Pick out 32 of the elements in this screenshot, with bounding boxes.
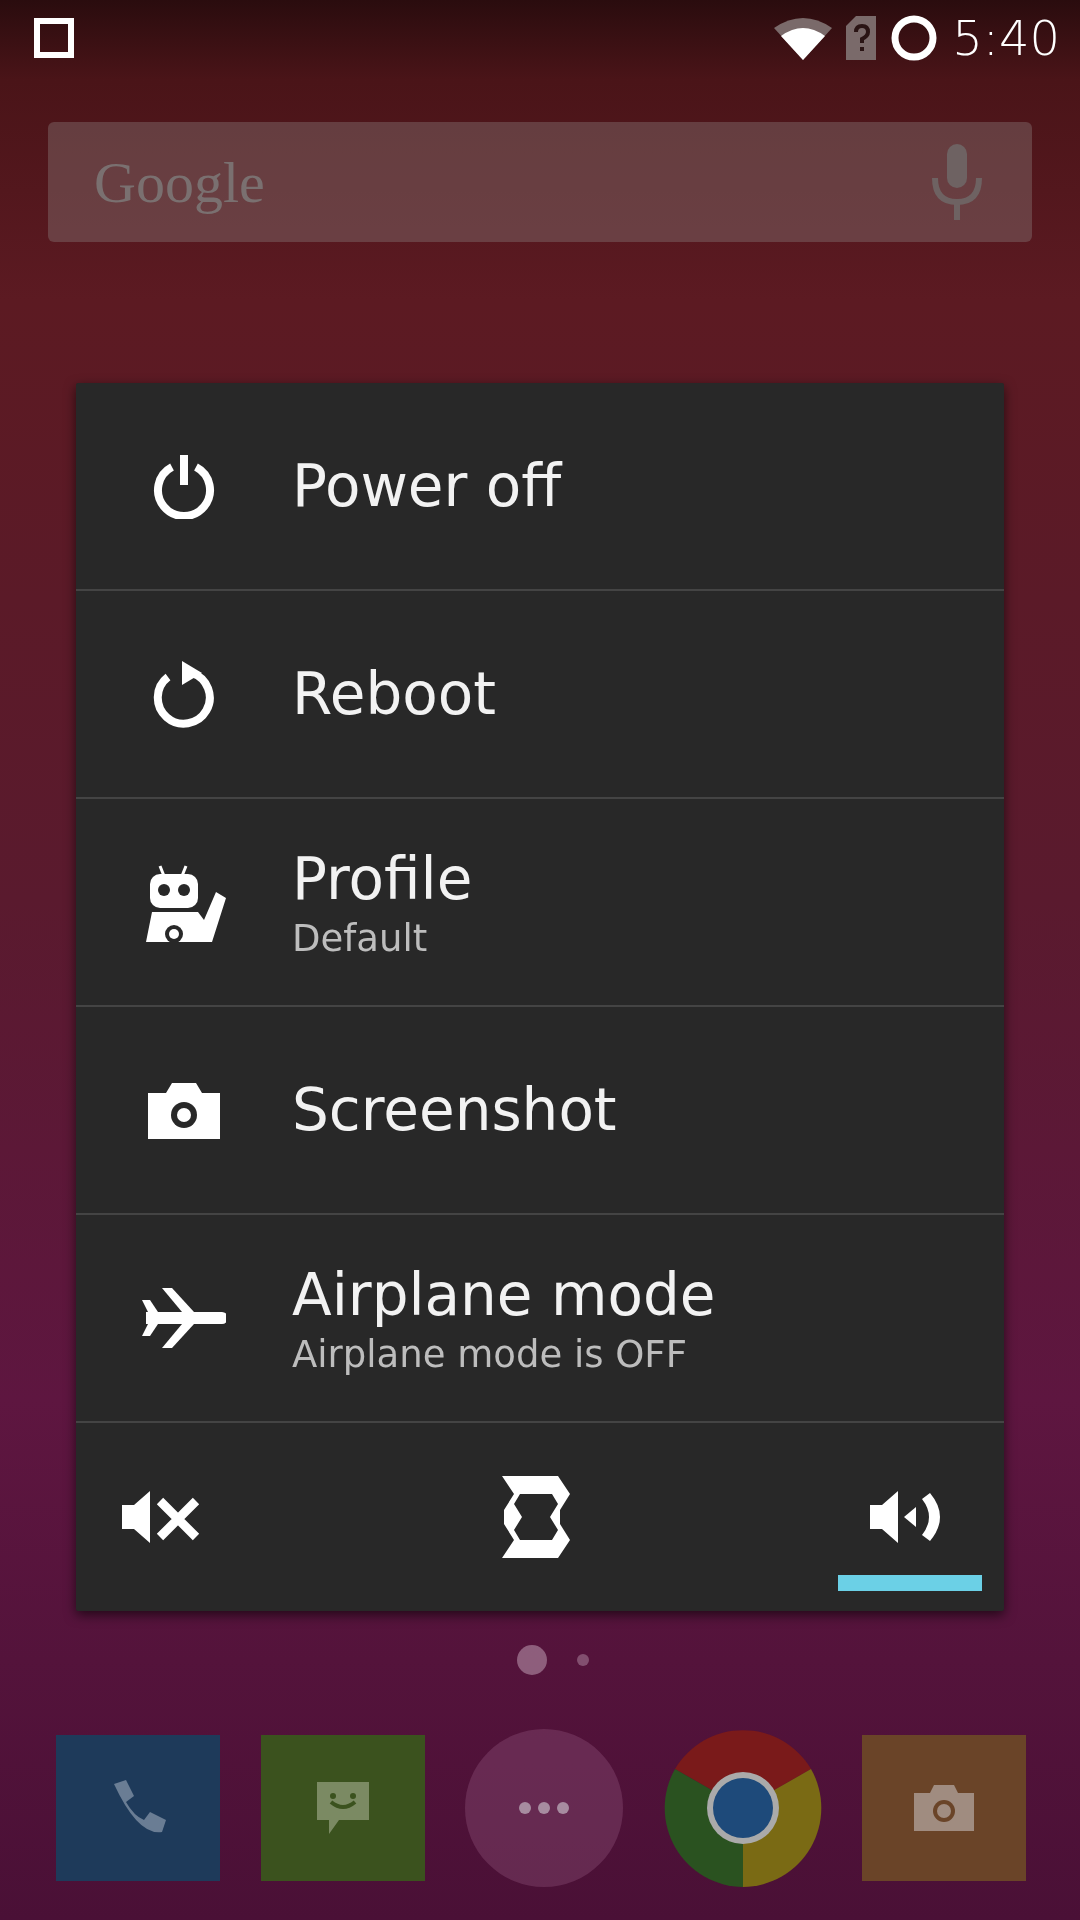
browser-app-button[interactable] [663,1729,822,1887]
camera-icon [914,1785,974,1831]
vibrate-icon [502,1476,570,1558]
power-menu-item[interactable]: Profile Default [76,799,1004,1007]
reboot-icon [152,659,216,729]
battery-ring-icon [890,14,939,62]
menu-item-title: Power off [292,452,562,520]
menu-item-title: Screenshot [292,1076,617,1144]
clock-time: 5:40 [952,10,1060,66]
camera-icon [148,1081,220,1139]
wifi-icon [774,16,833,60]
messaging-app-button[interactable] [260,1735,425,1881]
menu-item-subtitle: Airplane mode is OFF [292,1332,688,1376]
menu-item-title: Reboot [292,660,496,728]
sim-missing-icon [846,16,877,60]
dots-icon [519,1802,569,1814]
camera-app-button[interactable] [862,1735,1026,1881]
menu-item-title: Airplane mode [292,1260,716,1329]
chat-bubble-icon [314,1780,371,1836]
menu-item-subtitle: Default [292,916,429,960]
microphone-icon[interactable] [932,144,982,220]
power-menu-item[interactable]: Reboot [76,591,1004,799]
recents-icon [34,18,74,58]
power-menu-item[interactable]: Power off [76,383,1004,591]
menu-item-title: Profile [292,844,473,913]
power-icon [152,453,216,519]
power-menu-item[interactable]: Screenshot [76,1007,1004,1215]
browser-logo-icon [663,1729,822,1887]
phone-app-button[interactable] [56,1735,220,1881]
power-menu-item[interactable]: Airplane mode Airplane mode is OFF [76,1215,1004,1423]
mute-icon [122,1491,202,1543]
airplane-icon [142,1288,226,1348]
